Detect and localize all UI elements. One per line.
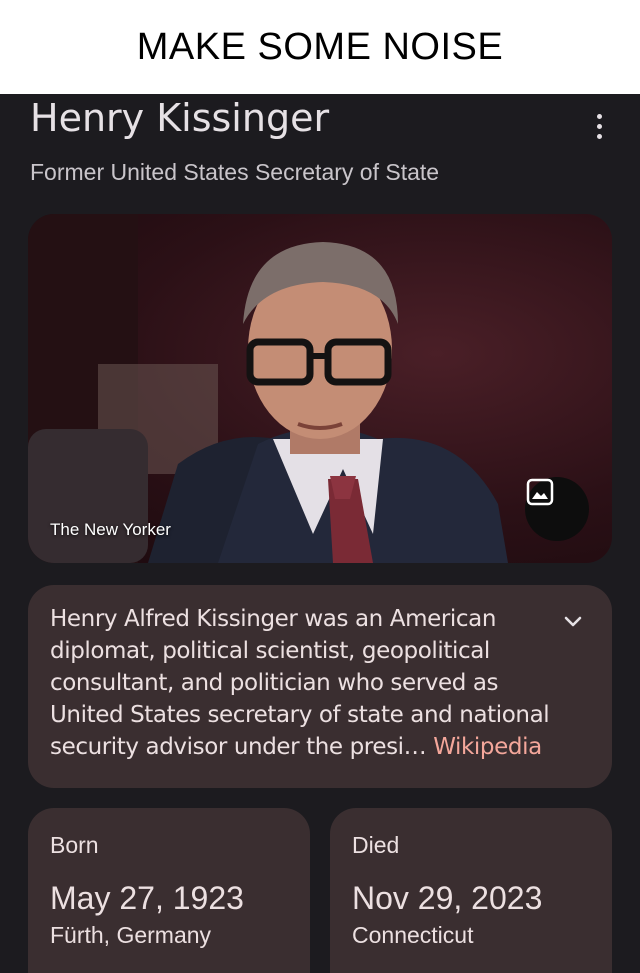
view-images-button[interactable]: [525, 477, 589, 541]
born-date: May 27, 1923: [50, 880, 244, 916]
entity-title: Henry Kissinger: [30, 96, 330, 140]
entity-subtitle: Former United States Secretary of State: [30, 159, 440, 185]
died-label: Died: [352, 832, 400, 858]
wikipedia-link[interactable]: Wikipedia: [433, 734, 542, 760]
image-source-caption: The New Yorker: [50, 520, 171, 539]
died-place: Connecticut: [352, 922, 474, 948]
chevron-down-icon[interactable]: [558, 607, 588, 637]
description-text: Henry Alfred Kissinger was an American d…: [50, 603, 550, 763]
meme-caption-banner: MAKE SOME NOISE: [0, 0, 640, 94]
died-date: Nov 29, 2023: [352, 880, 543, 916]
meme-caption-text: MAKE SOME NOISE: [136, 25, 504, 68]
entity-photo[interactable]: The New Yorker: [28, 214, 612, 563]
more-vert-icon: [596, 113, 602, 119]
description-card[interactable]: Henry Alfred Kissinger was an American d…: [28, 585, 612, 788]
born-label: Born: [50, 832, 99, 858]
more-options-button[interactable]: [584, 108, 614, 144]
born-card[interactable]: Born May 27, 1923 Fürth, Germany: [28, 808, 310, 973]
died-card[interactable]: Died Nov 29, 2023 Connecticut: [330, 808, 612, 973]
born-place: Fürth, Germany: [50, 922, 212, 948]
image-icon: [526, 478, 554, 506]
